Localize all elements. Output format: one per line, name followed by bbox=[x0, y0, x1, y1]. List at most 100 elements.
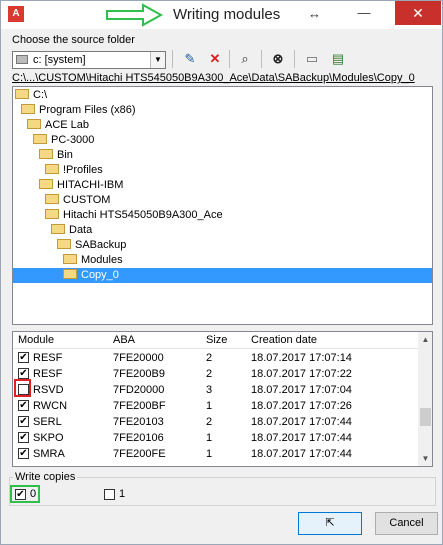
cell-aba: 7FE20106 bbox=[113, 432, 164, 444]
toolbar-separator bbox=[229, 50, 230, 68]
row-checkbox[interactable]: ✔ bbox=[18, 448, 29, 459]
cell-date: 18.07.2017 17:07:26 bbox=[251, 400, 352, 412]
cell-date: 18.07.2017 17:07:04 bbox=[251, 384, 352, 396]
table-header: Module ABA Size Creation date bbox=[13, 332, 418, 349]
copy-1-label: 1 bbox=[119, 488, 126, 500]
tree-item-label: Modules bbox=[81, 254, 123, 266]
search-folder-icon[interactable]: ⌕ bbox=[235, 50, 255, 68]
ok-button[interactable]: ⇱ bbox=[298, 512, 362, 535]
row-checkbox[interactable]: ✔ bbox=[18, 432, 29, 443]
drive-select[interactable]: c: [system] ▼ bbox=[12, 51, 166, 69]
tree-item-label: CUSTOM bbox=[63, 194, 111, 206]
current-path: C:\...\CUSTOM\Hitachi HTS545050B9A300_Ac… bbox=[12, 72, 415, 84]
toolbar-separator bbox=[261, 50, 262, 68]
cell-aba: 7FE20000 bbox=[113, 352, 164, 364]
tree-item[interactable]: Program Files (x86) bbox=[21, 103, 136, 118]
vertical-scrollbar[interactable]: ▲ ▼ bbox=[418, 332, 432, 466]
folder-icon bbox=[45, 164, 59, 174]
tree-item[interactable]: ACE Lab bbox=[27, 118, 89, 133]
tree-item-label: Data bbox=[69, 224, 93, 236]
folder-icon bbox=[39, 149, 53, 159]
modules-table[interactable]: Module ABA Size Creation date ✔ RESF 7FE20… bbox=[12, 331, 433, 467]
drive-icon[interactable]: ▭ bbox=[302, 50, 322, 68]
cell-date: 18.07.2017 17:07:14 bbox=[251, 352, 352, 364]
column-header-size[interactable]: Size bbox=[206, 334, 227, 346]
cell-aba: 7FE200BF bbox=[113, 400, 166, 412]
table-row[interactable]: ✔ SERL 7FE20103 2 18.07.2017 17:07:44 bbox=[13, 414, 418, 430]
folder-icon bbox=[39, 179, 53, 189]
binoculars-icon[interactable]: ⊗ bbox=[268, 50, 288, 68]
chevron-down-icon[interactable]: ▼ bbox=[150, 52, 165, 68]
tree-item-label: C:\ bbox=[33, 89, 48, 101]
tree-item-label: ACE Lab bbox=[45, 119, 90, 131]
tree-item-selected[interactable]: Copy_0 bbox=[13, 268, 432, 283]
cell-size: 1 bbox=[206, 448, 213, 460]
cell-size: 3 bbox=[206, 384, 213, 396]
cell-date: 18.07.2017 17:07:22 bbox=[251, 368, 352, 380]
table-row[interactable]: ✔ RWCN 7FE200BF 1 18.07.2017 17:07:26 bbox=[13, 398, 418, 414]
column-header-date[interactable]: Creation date bbox=[251, 334, 317, 346]
tree-item[interactable]: CUSTOM bbox=[45, 193, 110, 208]
tree-item-label: PC-3000 bbox=[51, 134, 95, 146]
row-checkbox[interactable]: ✔ bbox=[18, 368, 29, 379]
folder-icon bbox=[45, 209, 59, 219]
tree-item[interactable]: HITACHI-IBM bbox=[39, 178, 123, 193]
column-header-module[interactable]: Module bbox=[18, 334, 54, 346]
table-row[interactable]: ✔ RESF 7FE200B9 2 18.07.2017 17:07:22 bbox=[13, 366, 418, 382]
cell-module: RESF bbox=[33, 352, 63, 364]
minimize-button[interactable]: — bbox=[349, 1, 379, 25]
folder-icon bbox=[57, 239, 71, 249]
tree-item[interactable]: Data bbox=[51, 223, 92, 238]
cell-module: RWCN bbox=[33, 400, 68, 412]
resize-arrows-icon[interactable]: ↔ bbox=[308, 6, 321, 21]
folder-icon bbox=[51, 224, 65, 234]
window-title: Writing modules bbox=[173, 6, 281, 23]
edit-icon[interactable]: ✎ bbox=[180, 50, 200, 68]
tree-item-label: Program Files (x86) bbox=[39, 104, 136, 116]
cancel-button[interactable]: Cancel bbox=[375, 512, 438, 535]
cell-size: 1 bbox=[206, 400, 213, 412]
tree-item-label: !Profiles bbox=[63, 164, 103, 176]
table-row[interactable]: ✔ SMRA 7FE200FE 1 18.07.2017 17:07:44 bbox=[13, 446, 418, 462]
column-header-aba[interactable]: ABA bbox=[113, 334, 135, 346]
tree-item-label: HITACHI-IBM bbox=[57, 179, 124, 191]
tree-item-label: Copy_0 bbox=[81, 269, 119, 281]
red-highlight-annotation bbox=[14, 379, 31, 397]
row-checkbox[interactable]: ✔ bbox=[18, 416, 29, 427]
close-button[interactable]: ✕ bbox=[395, 1, 441, 25]
tree-item[interactable]: Modules bbox=[63, 253, 123, 268]
folder-icon bbox=[27, 119, 41, 129]
cell-aba: 7FE200FE bbox=[113, 448, 166, 460]
folder-icon bbox=[63, 269, 77, 279]
tree-item[interactable]: !Profiles bbox=[45, 163, 103, 178]
cell-module: RSVD bbox=[33, 384, 64, 396]
ace-app-icon: A bbox=[8, 6, 24, 22]
row-checkbox[interactable]: ✔ bbox=[18, 400, 29, 411]
delete-icon[interactable]: ✕ bbox=[205, 50, 225, 68]
scroll-up-icon[interactable]: ▲ bbox=[418, 332, 432, 347]
copy-1-checkbox[interactable] bbox=[104, 489, 115, 500]
tree-item[interactable]: Bin bbox=[39, 148, 73, 163]
table-row[interactable]: ✔ RESF 7FE20000 2 18.07.2017 17:07:14 bbox=[13, 350, 418, 366]
tree-item[interactable]: C:\ bbox=[15, 88, 47, 103]
tree-item[interactable]: SABackup bbox=[57, 238, 126, 253]
folder-tree[interactable]: C:\ Program Files (x86) ACE Lab PC-3000 … bbox=[12, 86, 433, 325]
cell-aba: 7FD20000 bbox=[113, 384, 165, 396]
cell-module: SKPO bbox=[33, 432, 64, 444]
cell-date: 18.07.2017 17:07:44 bbox=[251, 432, 352, 444]
cell-module: SERL bbox=[33, 416, 62, 428]
cell-date: 18.07.2017 17:07:44 bbox=[251, 416, 352, 428]
export-icon[interactable]: ▤ bbox=[328, 50, 348, 68]
scroll-down-icon[interactable]: ▼ bbox=[418, 451, 432, 466]
row-checkbox[interactable]: ✔ bbox=[18, 352, 29, 363]
scrollbar-thumb[interactable] bbox=[420, 408, 431, 426]
folder-icon bbox=[63, 254, 77, 264]
tree-item[interactable]: Hitachi HTS545050B9A300_Ace bbox=[45, 208, 223, 223]
table-row[interactable]: ✔ SKPO 7FE20106 1 18.07.2017 17:07:44 bbox=[13, 430, 418, 446]
table-row[interactable]: RSVD 7FD20000 3 18.07.2017 17:07:04 bbox=[13, 382, 418, 398]
cell-size: 1 bbox=[206, 432, 213, 444]
drive-icon bbox=[16, 55, 28, 64]
tree-item[interactable]: PC-3000 bbox=[33, 133, 94, 148]
green-highlight-annotation bbox=[10, 485, 40, 503]
folder-icon bbox=[33, 134, 47, 144]
